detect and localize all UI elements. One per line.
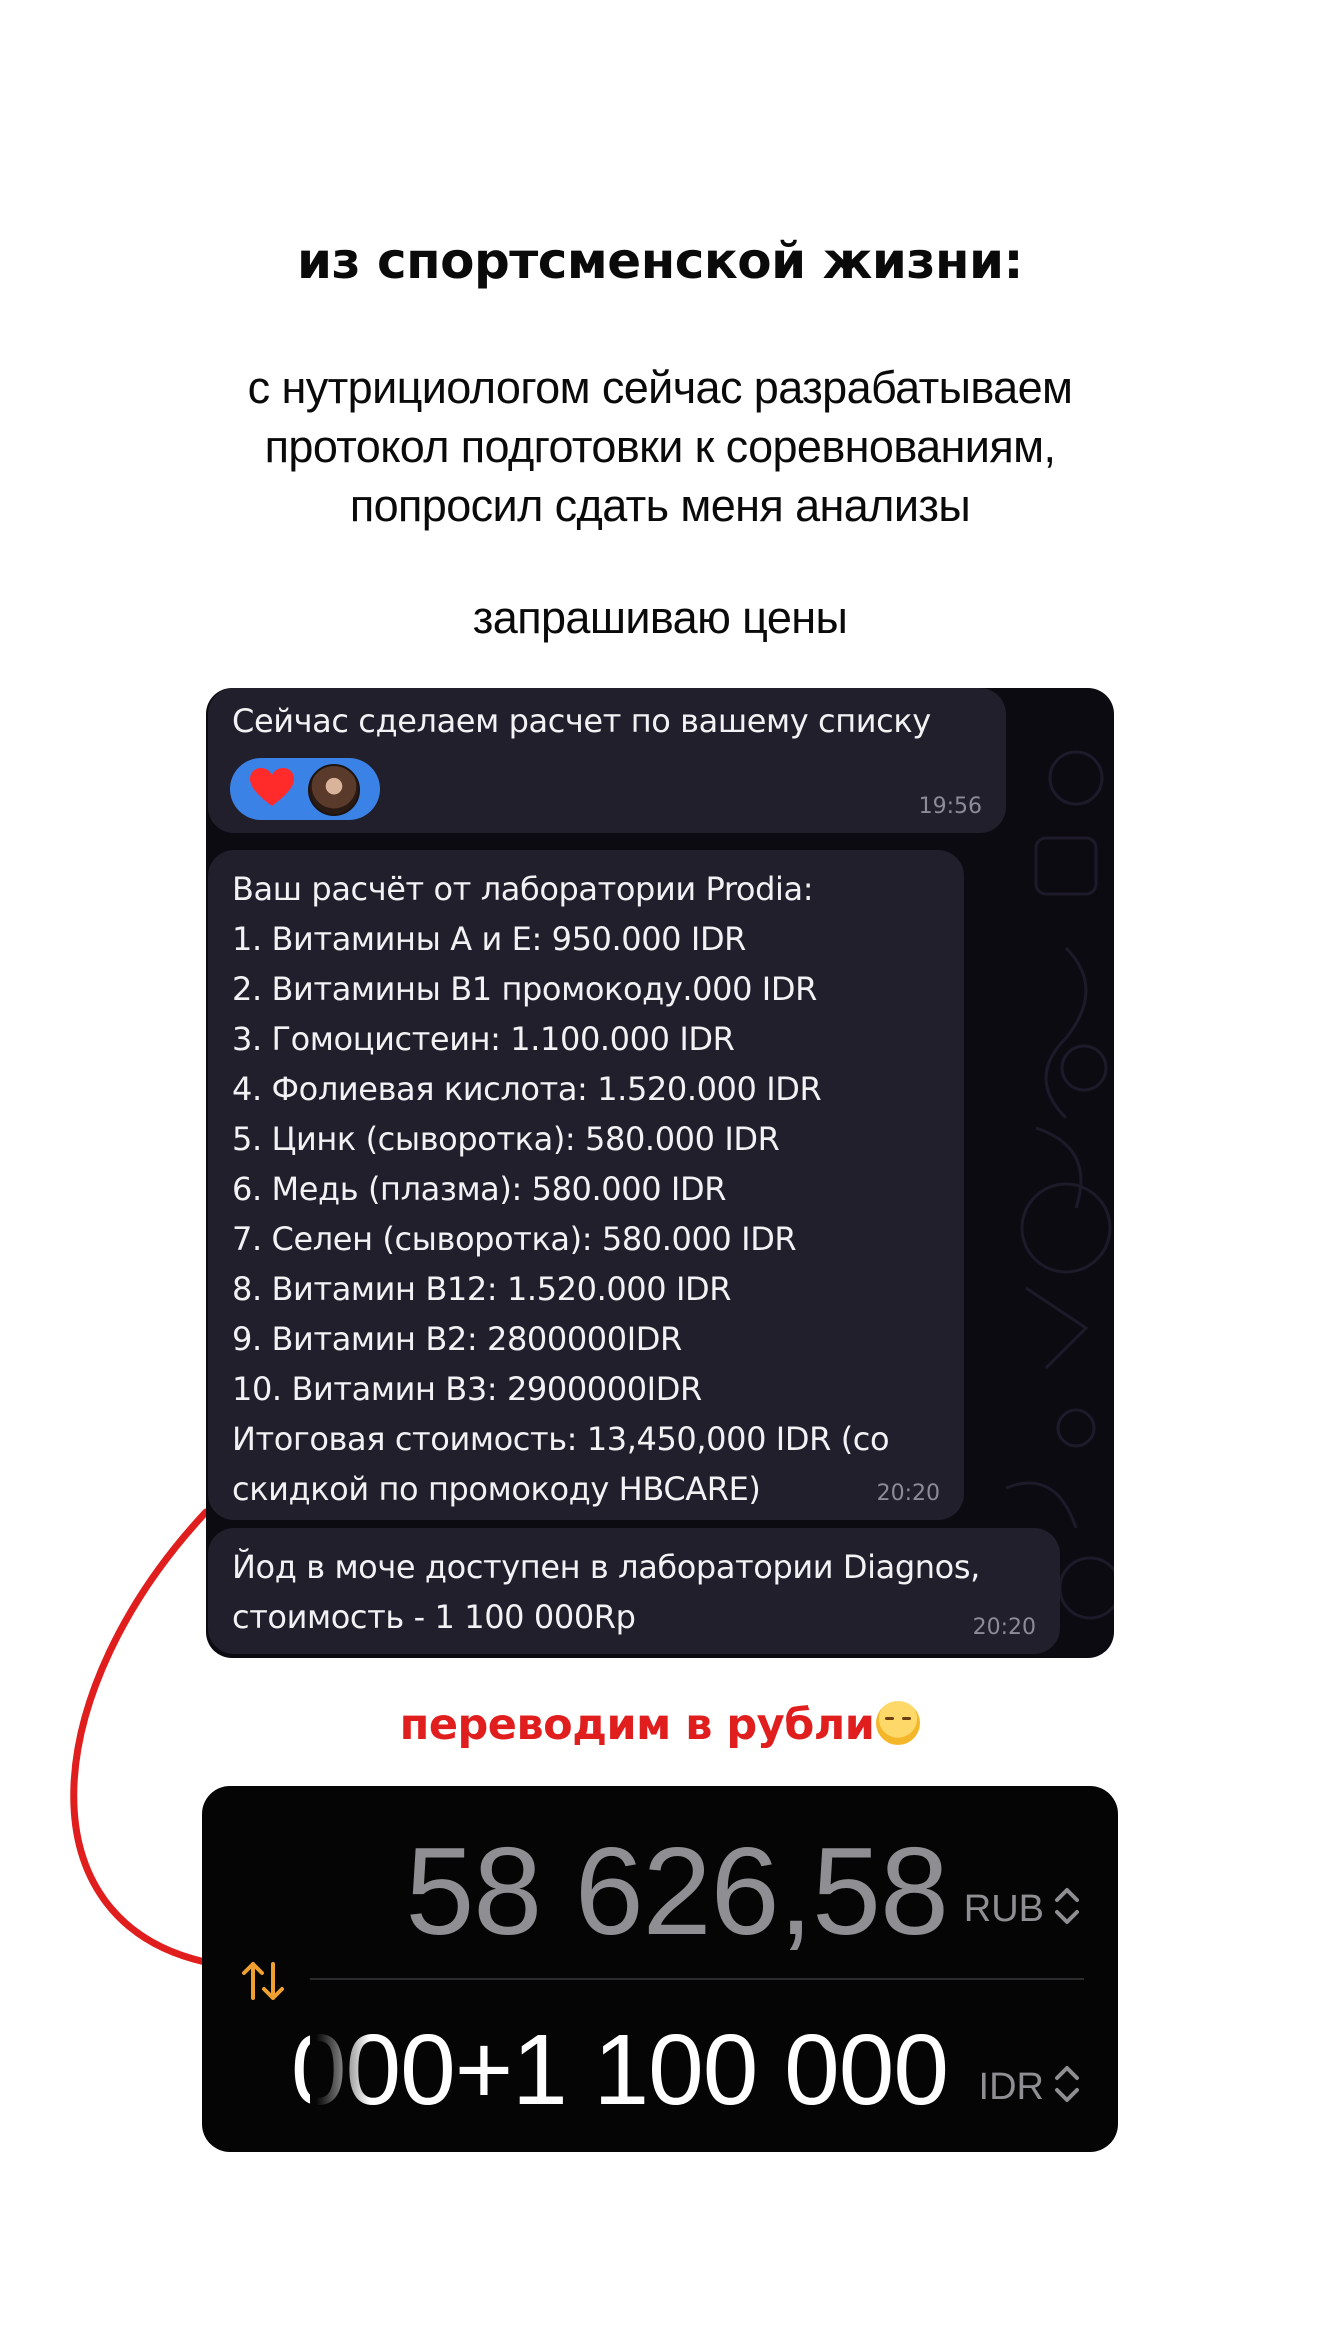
message-text: Йод в моче доступен в лаборатории Diagno… <box>232 1542 980 1642</box>
message-bubble[interactable]: Йод в моче доступен в лаборатории Diagno… <box>208 1528 1060 1654</box>
swap-arrows-icon[interactable] <box>238 1956 288 2006</box>
message-line: стоимость - 1 100 000Rp <box>232 1598 636 1636</box>
convert-label-text: переводим в рубли <box>399 1700 875 1750</box>
message-text: Ваш расчёт от лаборатории Prodia: 1. Вит… <box>232 864 890 1514</box>
message-line: 5. Цинк (сыворотка): 580.000 IDR <box>232 1120 780 1158</box>
chevron-updown-icon[interactable] <box>1052 1884 1082 1928</box>
ask-text: запрашиваю цены <box>472 592 848 643</box>
message-time: 20:20 <box>972 1615 1036 1640</box>
currency-code-bottom[interactable]: IDR <box>979 2066 1044 2109</box>
avatar <box>308 764 360 816</box>
message-bubble[interactable]: Ваш расчёт от лаборатории Prodia: 1. Вит… <box>208 850 964 1520</box>
intro-line: попросил сдать меня анализы <box>349 480 971 531</box>
message-line: 9. Витамин В2: 2800000IDR <box>232 1320 682 1358</box>
intro-text: с нутрициологом сейчас разрабатываем про… <box>0 358 1320 535</box>
tired-face-emoji-icon <box>876 1701 921 1745</box>
message-line: 1. Витамины А и Е: 950.000 IDR <box>232 920 747 958</box>
convert-label: переводим в рубли <box>0 1700 1320 1750</box>
chat-screenshot: Сейчас сделаем расчет по вашему списку 1… <box>206 688 1114 1658</box>
currency-code-top[interactable]: RUB <box>964 1888 1044 1931</box>
message-line: Йод в моче доступен в лаборатории Diagno… <box>232 1548 980 1586</box>
message-line: 7. Селен (сыворотка): 580.000 IDR <box>232 1220 797 1258</box>
currency-converter: 58 626,58 RUB 000+1 100 000 IDR <box>202 1786 1118 2152</box>
message-time: 20:20 <box>876 1481 940 1506</box>
message-line: 3. Гомоцистеин: 1.100.000 IDR <box>232 1020 735 1058</box>
reaction-pill[interactable] <box>230 758 380 820</box>
converted-amount[interactable]: 58 626,58 <box>405 1830 949 1954</box>
message-line: Ваш расчёт от лаборатории Prodia: <box>232 870 814 908</box>
input-amount[interactable]: 000+1 100 000 <box>291 2020 949 2120</box>
input-fade <box>310 2012 370 2122</box>
page-heading: из спортсменской жизни: <box>296 232 1024 290</box>
heart-icon <box>250 768 294 806</box>
message-line: Итоговая стоимость: 13,450,000 IDR (со <box>232 1420 890 1458</box>
message-line: 6. Медь (плазма): 580.000 IDR <box>232 1170 727 1208</box>
message-line: скидкой по промокоду HBCARE) <box>232 1470 761 1508</box>
message-line: 10. Витамин В3: 2900000IDR <box>232 1370 702 1408</box>
chevron-updown-icon[interactable] <box>1052 2062 1082 2106</box>
intro-line: протокол подготовки к соревнованиям, <box>264 421 1056 472</box>
message-line: 4. Фолиевая кислота: 1.520.000 IDR <box>232 1070 822 1108</box>
message-bubble[interactable]: Сейчас сделаем расчет по вашему списку 1… <box>208 688 1006 833</box>
intro-line: с нутрициологом сейчас разрабатываем <box>247 362 1073 413</box>
message-line: 2. Витамины В1 промокоду.000 IDR <box>232 970 817 1008</box>
message-text: Сейчас сделаем расчет по вашему списку <box>232 702 931 740</box>
divider <box>310 1978 1084 1980</box>
message-time: 19:56 <box>918 794 982 819</box>
message-line: 8. Витамин В12: 1.520.000 IDR <box>232 1270 732 1308</box>
